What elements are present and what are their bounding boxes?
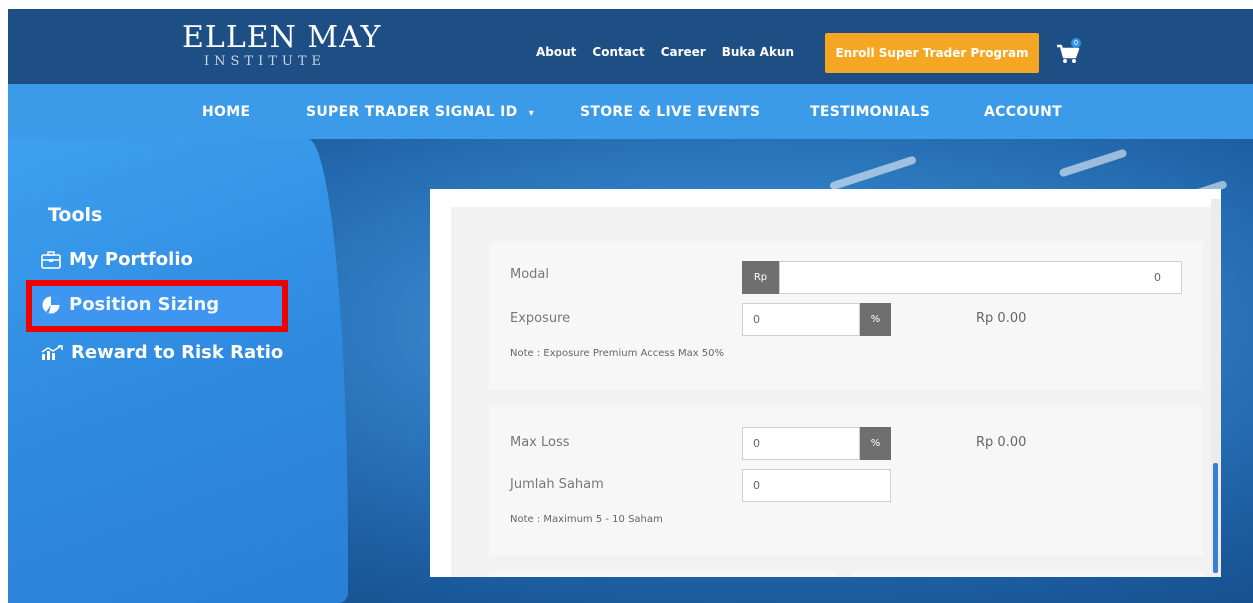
link-career[interactable]: Career (661, 45, 706, 59)
logo-sub-text: INSTITUTE (204, 54, 327, 69)
percent-suffix: % (860, 303, 891, 336)
exposure-label: Exposure (510, 311, 571, 326)
site-logo[interactable]: ELLEN MAY INSTITUTE (182, 20, 382, 70)
sidebar-item-reward-to-risk-ratio[interactable]: Reward to Risk Ratio (41, 342, 283, 363)
link-contact[interactable]: Contact (592, 45, 644, 59)
top-bar: ELLEN MAY INSTITUTE About Contact Career… (8, 9, 1253, 84)
main-nav: HOME SUPER TRADER SIGNAL ID ▾ STORE & LI… (8, 84, 1253, 139)
chevron-down-icon: ▾ (528, 108, 535, 119)
page-frame: ELLEN MAY INSTITUTE About Contact Career… (8, 9, 1253, 603)
modal-label: Modal (510, 267, 549, 282)
exposure-result: Rp 0.00 (976, 311, 1027, 326)
nav-home[interactable]: HOME (202, 104, 250, 120)
max-loss-label: Max Loss (510, 435, 570, 450)
chart-icon (41, 344, 63, 360)
max-loss-result: Rp 0.00 (976, 435, 1027, 450)
nav-super-trader-signal-label: SUPER TRADER SIGNAL ID (306, 104, 518, 120)
sidebar-item-position-sizing[interactable]: Position Sizing (41, 294, 219, 315)
briefcase-icon (41, 250, 61, 269)
jumlah-saham-label: Jumlah Saham (510, 477, 604, 492)
nav-testimonials[interactable]: TESTIMONIALS (810, 104, 930, 120)
exposure-input[interactable]: 0 (742, 303, 860, 336)
modal-exposure-panel: Modal Rp 0 Exposure 0 % Rp 0.00 Note : E… (489, 241, 1203, 390)
sidebar-item-label: My Portfolio (69, 249, 193, 270)
nav-super-trader-signal[interactable]: SUPER TRADER SIGNAL ID ▾ (306, 104, 534, 120)
percent-suffix: % (860, 427, 891, 460)
rp-prefix: Rp (742, 261, 779, 294)
link-about[interactable]: About (536, 45, 576, 59)
sidebar-item-label: Position Sizing (69, 294, 220, 315)
sidebar-item-label: Reward to Risk Ratio (71, 342, 284, 363)
max-loss-panel: Max Loss 0 % Rp 0.00 Jumlah Saham 0 Note… (489, 407, 1203, 556)
card-body: Modal Rp 0 Exposure 0 % Rp 0.00 Note : E… (451, 207, 1218, 577)
logo-main-text: ELLEN MAY (182, 20, 382, 55)
result-panel-right (853, 573, 1203, 577)
pie-chart-icon (42, 296, 60, 313)
jumlah-saham-input[interactable]: 0 (742, 469, 891, 502)
tools-heading: Tools (48, 204, 103, 226)
cart-count-badge: 0 (1071, 38, 1081, 48)
nav-store-live-events[interactable]: STORE & LIVE EVENTS (580, 104, 760, 120)
nav-account[interactable]: ACCOUNT (984, 104, 1062, 120)
top-links: About Contact Career Buka Akun (536, 45, 794, 59)
enroll-button[interactable]: Enroll Super Trader Program (825, 33, 1039, 73)
modal-input[interactable]: 0 (779, 261, 1182, 294)
exposure-note: Note : Exposure Premium Access Max 50% (510, 348, 725, 359)
sidebar-item-my-portfolio[interactable]: My Portfolio (41, 249, 193, 270)
jumlah-saham-note: Note : Maximum 5 - 10 Saham (510, 514, 663, 525)
position-sizing-card: Modal Rp 0 Exposure 0 % Rp 0.00 Note : E… (430, 189, 1221, 577)
max-loss-input[interactable]: 0 (742, 427, 860, 460)
card-scrollbar-thumb[interactable] (1213, 463, 1218, 573)
link-buka-akun[interactable]: Buka Akun (722, 45, 794, 59)
result-panel-left (489, 573, 835, 577)
